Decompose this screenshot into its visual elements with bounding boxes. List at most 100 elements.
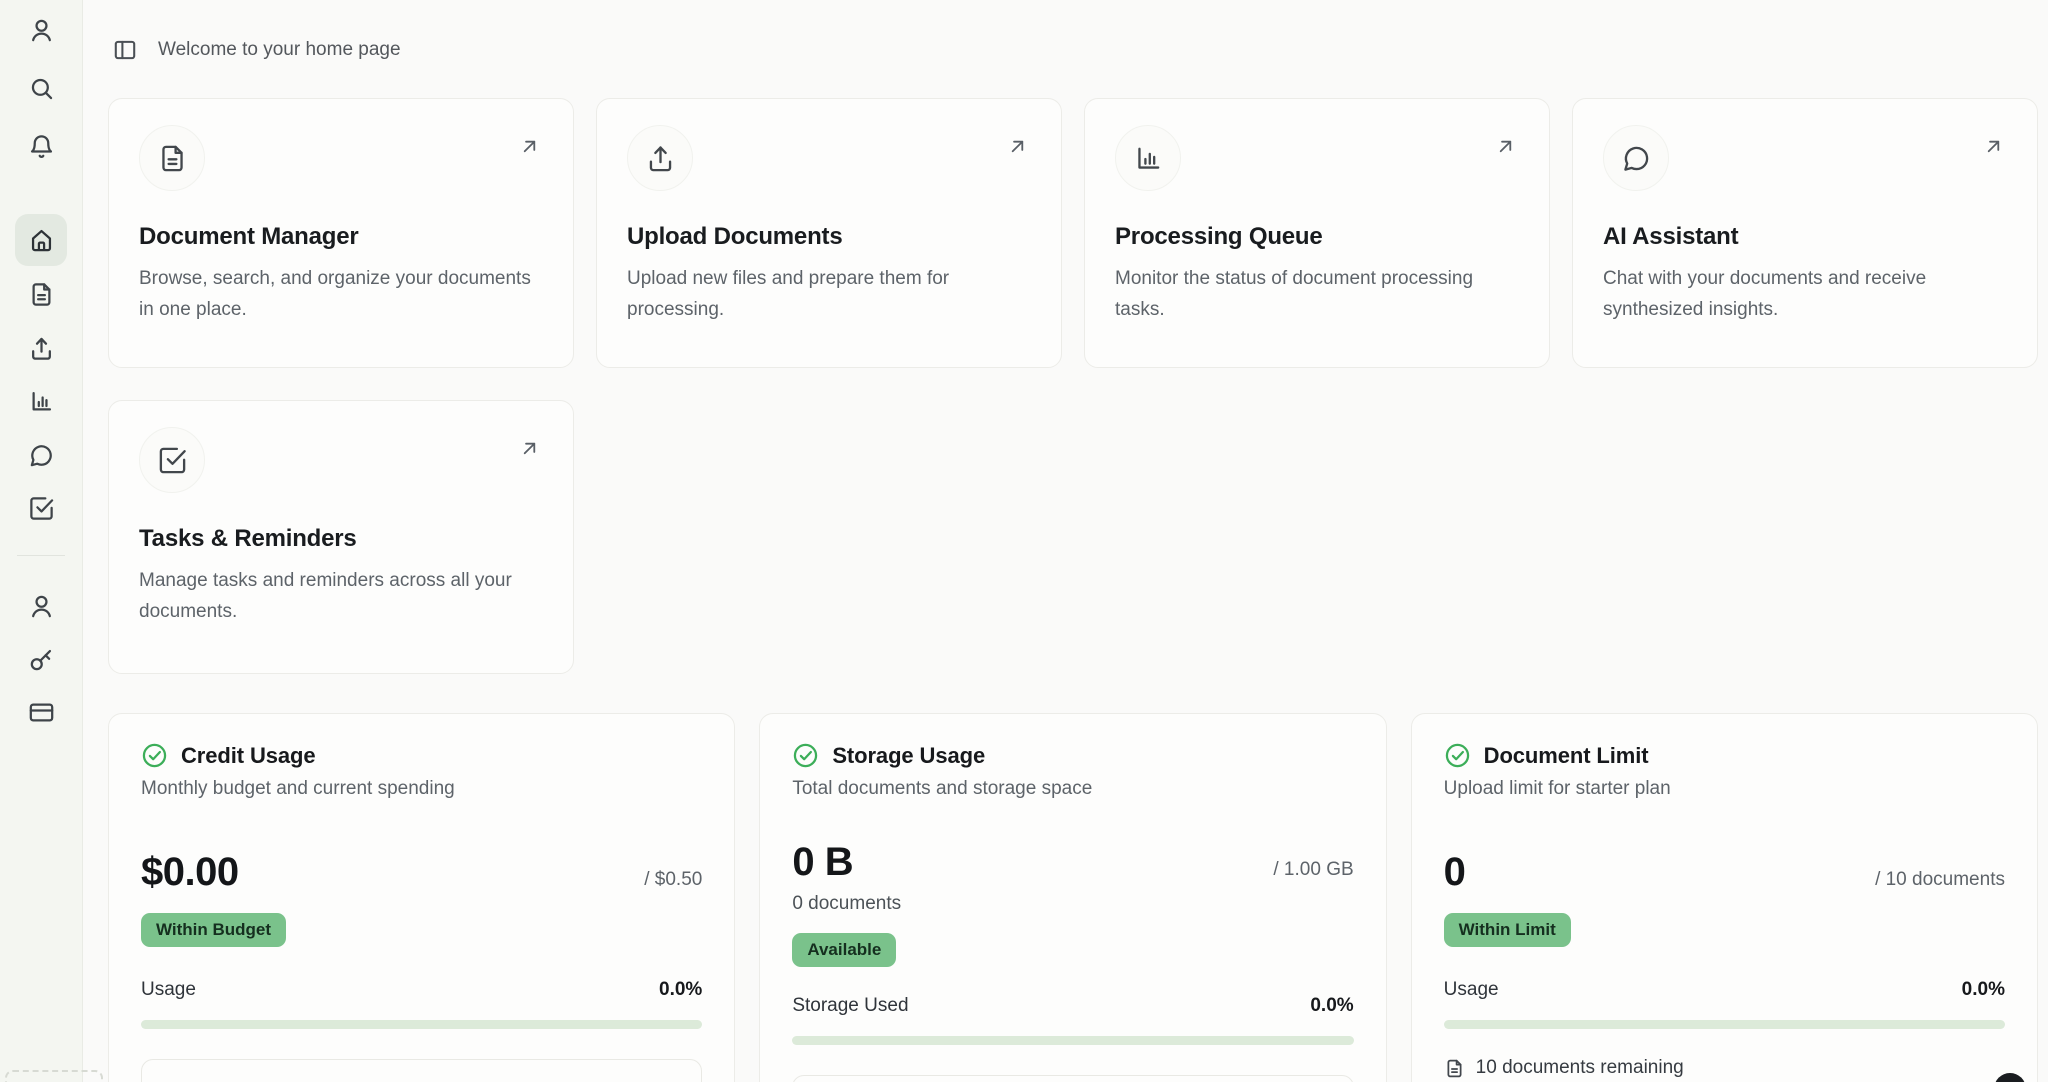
circle-check-icon xyxy=(141,742,168,769)
sidebar-notifications-button[interactable] xyxy=(27,132,55,160)
stat-title: Document Limit xyxy=(1484,743,1649,769)
sidebar xyxy=(0,0,83,1082)
circle-check-icon xyxy=(1444,742,1471,769)
card-processing-queue[interactable]: Processing Queue Monitor the status of d… xyxy=(1084,98,1550,368)
usage-label: Storage Used xyxy=(792,995,908,1017)
usage-percent: 0.0% xyxy=(659,979,702,1001)
documents-remaining-text: 10 documents remaining xyxy=(1476,1057,1684,1079)
status-badge: Within Limit xyxy=(1444,913,1571,947)
usage-progress-bar xyxy=(141,1020,702,1029)
status-badge: Available xyxy=(792,933,896,967)
sidebar-item-home[interactable] xyxy=(15,214,67,266)
sidebar-billing-button[interactable] xyxy=(27,698,55,726)
sidebar-search-button[interactable] xyxy=(27,74,55,102)
card-description: Manage tasks and reminders across all yo… xyxy=(139,566,543,628)
usage-label: Usage xyxy=(1444,979,1499,1001)
stat-denominator: / 1.00 GB xyxy=(1273,859,1353,881)
documents-remaining-note: 10 documents remaining xyxy=(1444,1057,2005,1079)
card-icon-circle xyxy=(139,427,205,493)
quick-cards-row-2: Tasks & Reminders Manage tasks and remin… xyxy=(108,400,574,674)
stat-denominator: / 10 documents xyxy=(1875,869,2005,891)
search-icon xyxy=(28,75,55,102)
card-tasks-reminders[interactable]: Tasks & Reminders Manage tasks and remin… xyxy=(108,400,574,674)
card-icon-circle xyxy=(1603,125,1669,191)
arrow-up-right-icon xyxy=(1494,135,1517,158)
card-title: Document Manager xyxy=(139,223,543,251)
stat-title: Credit Usage xyxy=(181,743,316,769)
page-title: Welcome to your home page xyxy=(158,39,401,61)
sidebar-divider xyxy=(17,555,65,556)
sidebar-toggle-button[interactable] xyxy=(112,37,138,63)
card-icon-circle xyxy=(139,125,205,191)
card-description: Upload new files and prepare them for pr… xyxy=(627,264,1031,326)
usage-label: Usage xyxy=(141,979,196,1001)
sidebar-profile-button[interactable] xyxy=(27,592,55,620)
stat-value: 0 B xyxy=(792,840,853,885)
file-text-icon xyxy=(1444,1058,1465,1079)
stat-denominator: / $0.50 xyxy=(644,869,702,891)
arrow-up-right-icon xyxy=(518,135,541,158)
card-description: Browse, search, and organize your docume… xyxy=(139,264,543,326)
stat-subtitle: Monthly budget and current spending xyxy=(141,778,702,800)
stat-card-storage-usage: Storage Usage Total documents and storag… xyxy=(759,713,1386,1082)
sidebar-dashed-slot xyxy=(5,1070,103,1082)
sidebar-item-chat[interactable] xyxy=(15,429,67,481)
card-icon-circle xyxy=(1115,125,1181,191)
card-description: Chat with your documents and receive syn… xyxy=(1603,264,2007,326)
credit-card-icon xyxy=(28,699,55,726)
file-text-icon xyxy=(157,143,188,174)
bar-chart-icon xyxy=(28,388,55,415)
usage-progress-bar xyxy=(1444,1020,2005,1029)
usage-progress-bar xyxy=(792,1036,1353,1045)
card-description: Monitor the status of document processin… xyxy=(1115,264,1519,326)
card-upload-documents[interactable]: Upload Documents Upload new files and pr… xyxy=(596,98,1062,368)
stat-subtitle: Upload limit for starter plan xyxy=(1444,778,2005,800)
user-icon xyxy=(28,17,55,44)
card-icon-circle xyxy=(627,125,693,191)
upload-icon xyxy=(645,143,676,174)
upload-icon xyxy=(28,335,55,362)
quick-cards-row: Document Manager Browse, search, and org… xyxy=(108,98,2038,368)
bar-chart-icon xyxy=(1133,143,1164,174)
stat-value: $0.00 xyxy=(141,850,239,895)
sidebar-user-button[interactable] xyxy=(27,16,55,44)
sidebar-item-tasks[interactable] xyxy=(15,482,67,534)
sidebar-item-documents[interactable] xyxy=(15,268,67,320)
stat-card-credit-usage: Credit Usage Monthly budget and current … xyxy=(108,713,735,1082)
sidebar-api-keys-button[interactable] xyxy=(27,645,55,673)
chat-icon xyxy=(1621,143,1652,174)
arrow-up-right-icon xyxy=(518,437,541,460)
stat-subtitle: Total documents and storage space xyxy=(792,778,1353,800)
stat-card-document-limit: Document Limit Upload limit for starter … xyxy=(1411,713,2038,1082)
file-text-icon xyxy=(28,281,55,308)
user-icon xyxy=(28,593,55,620)
sidebar-item-upload[interactable] xyxy=(15,322,67,374)
storage-detail-box xyxy=(792,1075,1353,1082)
token-costs-box: Token costs $0.000 xyxy=(141,1059,702,1082)
panel-left-icon xyxy=(112,37,138,63)
card-title: Tasks & Reminders xyxy=(139,525,543,553)
status-badge: Within Budget xyxy=(141,913,286,947)
page-header: Welcome to your home page xyxy=(112,37,401,63)
arrow-up-right-icon xyxy=(1982,135,2005,158)
arrow-up-right-icon xyxy=(1006,135,1029,158)
card-title: Upload Documents xyxy=(627,223,1031,251)
stat-title: Storage Usage xyxy=(832,743,985,769)
stat-sub-value: 0 documents xyxy=(792,893,1353,915)
sidebar-item-processing[interactable] xyxy=(15,375,67,427)
usage-percent: 0.0% xyxy=(1962,979,2005,1001)
circle-check-icon xyxy=(792,742,819,769)
check-square-icon xyxy=(28,495,55,522)
key-icon xyxy=(28,646,55,673)
card-ai-assistant[interactable]: AI Assistant Chat with your documents an… xyxy=(1572,98,2038,368)
stats-row: Credit Usage Monthly budget and current … xyxy=(108,713,2038,1082)
bell-icon xyxy=(28,133,55,160)
home-icon xyxy=(28,227,55,254)
check-square-icon xyxy=(157,445,188,476)
card-document-manager[interactable]: Document Manager Browse, search, and org… xyxy=(108,98,574,368)
stat-value: 0 xyxy=(1444,850,1466,895)
card-title: Processing Queue xyxy=(1115,223,1519,251)
card-title: AI Assistant xyxy=(1603,223,2007,251)
usage-percent: 0.0% xyxy=(1310,995,1353,1017)
chat-icon xyxy=(28,442,55,469)
